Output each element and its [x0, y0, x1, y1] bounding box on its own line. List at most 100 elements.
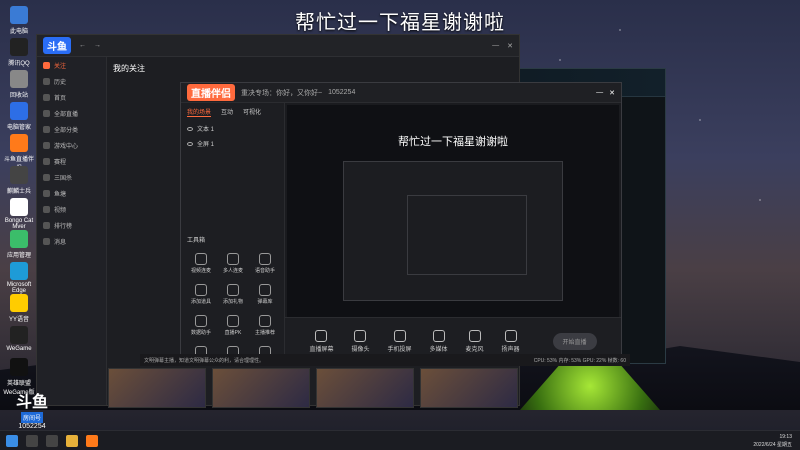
desktop-icon[interactable]: 电脑管家 — [2, 102, 36, 131]
app-icon — [10, 6, 28, 24]
desktop-icon-label: 此电脑 — [9, 29, 28, 35]
bottom-tool-icon — [468, 330, 481, 342]
tool-item[interactable]: 视频连麦 — [185, 253, 217, 274]
companion-topbar: 直播伴侣 重决专场：你好，又你好~ 1052254 — ✕ — [181, 83, 621, 103]
sidebar-item[interactable]: 全部直播 — [37, 105, 106, 121]
back-icon[interactable]: ← — [79, 42, 86, 49]
sidebar-item-label: 赛程 — [54, 159, 67, 166]
scene-tab[interactable]: 我的场景 — [187, 107, 212, 117]
bottom-tool-icon — [354, 330, 367, 342]
app-icon — [10, 326, 28, 344]
sidebar-item[interactable]: 消息 — [37, 233, 106, 249]
sidebar-item-label: 关注 — [54, 63, 67, 70]
bottom-tool-label: 手机投屏 — [387, 347, 412, 353]
room-badge-number: 1052254 — [18, 423, 46, 430]
desktop-icon[interactable]: Bongo Cat Mver — [2, 198, 36, 230]
scene-tab[interactable]: 可视化 — [243, 107, 261, 117]
status-metric: 帧数: 60 — [607, 357, 626, 364]
close-icon[interactable]: ✕ — [507, 42, 513, 50]
system-tray: 19:13 2022/6/24 星期五 — [753, 433, 792, 449]
companion-logo: 直播伴侣 — [187, 84, 235, 101]
start-live-button[interactable]: 开始直播 — [552, 333, 597, 350]
tool-item[interactable]: 语音助手 — [249, 253, 281, 274]
sidebar-item[interactable]: 历史 — [37, 73, 106, 89]
desktop-icon[interactable]: 腾讯QQ — [2, 38, 36, 67]
minimize-icon[interactable]: — — [492, 42, 499, 49]
tool-item[interactable]: 弹幕库 — [249, 284, 281, 305]
desktop-icon-label: 回收站 — [9, 93, 28, 99]
explorer-icon[interactable] — [66, 434, 78, 447]
tool-icon — [195, 315, 207, 327]
sidebar-item[interactable]: 关注 — [37, 57, 106, 73]
tool-label: 数据助手 — [190, 330, 211, 336]
eye-icon[interactable] — [187, 126, 193, 131]
sidebar-item[interactable]: 排行榜 — [37, 217, 106, 233]
sidebar-item-icon — [43, 61, 50, 69]
tool-item[interactable]: 添加道具 — [185, 284, 217, 305]
desktop-icon[interactable]: WeGame — [2, 326, 36, 352]
bottom-tool[interactable]: 麦克风 — [466, 330, 484, 353]
thumbnail[interactable] — [212, 368, 310, 408]
forward-icon[interactable]: → — [94, 42, 101, 49]
sidebar-item-label: 视频 — [54, 207, 67, 214]
task-view-icon[interactable] — [46, 434, 58, 447]
sidebar-item[interactable]: 视频 — [37, 201, 106, 217]
desktop-icon[interactable]: Microsoft Edge — [2, 262, 36, 294]
sidebar-item-label: 鱼塘 — [54, 191, 67, 198]
app-icon — [10, 102, 28, 120]
tool-item[interactable]: 多人连麦 — [217, 253, 249, 274]
status-metric: 内存: 53% — [558, 357, 583, 364]
desktop-icon[interactable]: 此电脑 — [2, 6, 36, 35]
sidebar-item-label: 游戏中心 — [54, 143, 79, 150]
bottom-tool[interactable]: 扬声器 — [502, 330, 520, 353]
douyu-taskbar-icon[interactable] — [86, 434, 98, 447]
bottom-tool[interactable]: 摄像头 — [351, 330, 370, 353]
stream-preview: 帮忙过一下福星谢谢啦 — [287, 105, 619, 317]
source-row[interactable]: 全屏 1 — [181, 136, 284, 151]
sidebar-item-label: 排行榜 — [54, 223, 73, 230]
sidebar-item[interactable]: 首页 — [37, 89, 106, 105]
app-icon — [10, 262, 28, 280]
minimize-icon[interactable]: — — [596, 89, 603, 96]
sidebar-item-label: 全部直播 — [54, 111, 79, 118]
bottom-tool[interactable]: 手机投屏 — [388, 330, 412, 353]
tool-label: 直播PK — [224, 330, 242, 336]
tool-item[interactable]: 添加礼物 — [217, 284, 249, 305]
bottom-tool-label: 多媒体 — [429, 347, 448, 353]
sidebar-item-icon — [43, 77, 50, 85]
tool-item[interactable]: 数据助手 — [185, 315, 217, 336]
room-badge-tag: 房间号 — [20, 412, 43, 423]
thumbnail[interactable] — [316, 368, 414, 408]
notice-bar: 文明弹幕主播，知道文明弹幕公众的利，请合理理性。 CPU: 53% 内存: 53… — [140, 354, 630, 366]
desktop-icon[interactable]: 麒麟士兵 — [2, 166, 36, 195]
room-badge-logo: 斗鱼 — [15, 394, 48, 411]
eye-icon[interactable] — [187, 141, 193, 146]
sidebar-item[interactable]: 三国杀 — [37, 169, 106, 185]
windows-start-icon[interactable] — [6, 434, 18, 447]
sidebar-item[interactable]: 鱼塘 — [37, 185, 106, 201]
source-row[interactable]: 文本 1 — [181, 121, 284, 136]
bottom-tool-icon — [393, 330, 406, 342]
thumbnail[interactable] — [108, 368, 206, 408]
douyu-logo: 斗鱼 — [43, 37, 71, 54]
bottom-tool[interactable]: 直播屏幕 — [309, 330, 333, 353]
desktop-icon-label: 麒麟士兵 — [6, 189, 31, 195]
desktop-icon[interactable]: 回收站 — [2, 70, 36, 99]
tool-icon — [227, 253, 239, 265]
desktop-icon[interactable]: YY语音 — [2, 294, 36, 323]
sidebar-item[interactable]: 游戏中心 — [37, 137, 106, 153]
app-icon — [10, 134, 28, 152]
thumbnail[interactable] — [420, 368, 518, 408]
tool-item[interactable]: 直播PK — [217, 315, 249, 336]
bottom-tool[interactable]: 多媒体 — [430, 330, 448, 353]
taskbar: 19:13 2022/6/24 星期五 — [0, 430, 800, 450]
tool-item[interactable]: 主播推荐 — [249, 315, 281, 336]
scene-tab[interactable]: 互动 — [221, 107, 233, 117]
sidebar-item[interactable]: 赛程 — [37, 153, 106, 169]
live-companion-window[interactable]: 直播伴侣 重决专场：你好，又你好~ 1052254 — ✕ 我的场景 互动 可视化 … — [180, 82, 622, 367]
stream-thumbnails — [108, 368, 518, 408]
close-icon[interactable]: ✕ — [609, 89, 615, 97]
search-icon[interactable] — [26, 434, 38, 447]
sidebar-item[interactable]: 全部分类 — [37, 121, 106, 137]
desktop-icon[interactable]: 应用管理 — [2, 230, 36, 259]
